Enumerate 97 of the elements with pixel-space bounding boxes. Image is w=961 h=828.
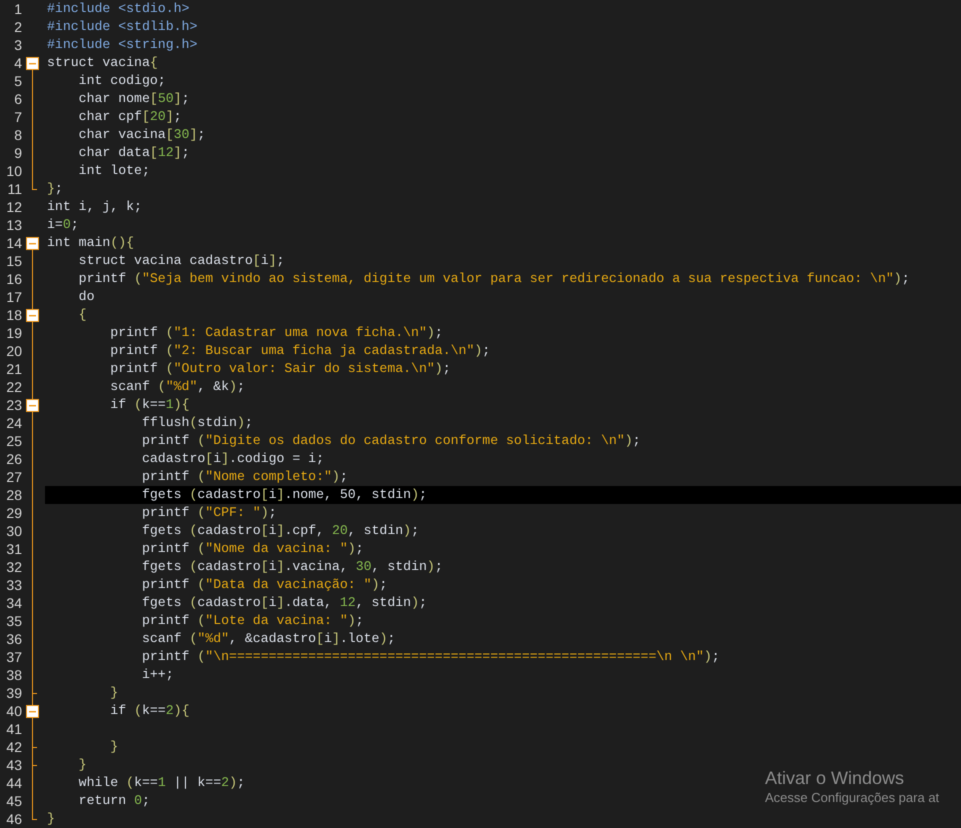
code-line: int codigo; [78, 72, 166, 90]
line-number: 8 [13, 126, 22, 144]
collapse-icon[interactable] [26, 309, 39, 322]
code-line: } [46, 810, 55, 828]
line-number: 43 [5, 756, 22, 774]
line-number: 20 [5, 342, 22, 360]
line-number: 45 [5, 792, 22, 810]
line-number: 32 [5, 558, 22, 576]
code-line: } [78, 756, 87, 774]
line-number: 37 [5, 648, 22, 666]
code-line: #include <string.h> [46, 36, 198, 54]
collapse-icon[interactable] [26, 237, 39, 250]
code-line: printf ("Digite os dados do cadastro conforme solicitado: \n"); [140, 432, 641, 450]
line-number: 27 [5, 468, 22, 486]
code-line: printf ("Lote da vacina: "); [140, 612, 364, 630]
line-number: 11 [6, 180, 22, 198]
line-number: 6 [13, 90, 22, 108]
code-line: printf ("Outro valor: Sair do sistema.\n"); [109, 360, 451, 378]
code-line: printf ("Nome completo:"); [140, 468, 348, 486]
line-number: 1 [13, 0, 22, 18]
line-number: 40 [5, 702, 22, 720]
code-line: scanf ("%d", &k); [109, 378, 245, 396]
line-number: 31 [5, 540, 22, 558]
line-number: 17 [5, 288, 22, 306]
line-number: 44 [5, 774, 22, 792]
code-line: printf ("\n======================================================\n \n"); [140, 648, 720, 666]
code-line: i=0; [46, 216, 79, 234]
code-line: scanf ("%d", &cadastro[i].lote); [140, 630, 396, 648]
code-line: do [78, 288, 94, 306]
line-number: 22 [5, 378, 22, 396]
line-number: 33 [5, 576, 22, 594]
code-line: printf ("Nome da vacina: "); [140, 540, 364, 558]
line-number: 18 [5, 306, 22, 324]
collapse-icon[interactable] [26, 57, 39, 70]
code-line: printf ("CPF: "); [140, 504, 277, 522]
line-number: 5 [13, 72, 22, 90]
code-line: char data[12]; [78, 144, 190, 162]
line-number: 34 [5, 594, 22, 612]
code-line: struct vacina{ [46, 54, 158, 72]
line-number: 41 [5, 720, 22, 738]
code-line: return 0; [78, 792, 150, 810]
line-number: 16 [5, 270, 22, 288]
line-number: 24 [5, 414, 22, 432]
collapse-icon[interactable] [26, 705, 39, 718]
code-line: int i, j, k; [46, 198, 142, 216]
code-line: char vacina[30]; [78, 126, 206, 144]
code-line: if (k==2){ [109, 702, 190, 720]
code-line: i++; [140, 666, 174, 684]
line-number: 19 [5, 324, 22, 342]
line-number: 36 [5, 630, 22, 648]
line-number: 26 [5, 450, 22, 468]
code-line: cadastro[i].codigo = i; [140, 450, 324, 468]
line-number: 21 [5, 360, 22, 378]
line-number: 35 [5, 612, 22, 630]
code-line: fgets (cadastro[i].data, 12, stdin); [140, 594, 427, 612]
code-line: struct vacina cadastro[i]; [78, 252, 284, 270]
code-line: #include <stdio.h> [46, 0, 190, 18]
code-line: fflush(stdin); [140, 414, 253, 432]
line-number: 2 [13, 18, 22, 36]
code-line: printf ("Data da vacinação: "); [140, 576, 388, 594]
line-number: 29 [5, 504, 22, 522]
code-line: char nome[50]; [78, 90, 190, 108]
line-number: 13 [5, 216, 22, 234]
line-number: 23 [5, 396, 22, 414]
line-number: 46 [5, 810, 22, 828]
line-number: 28 [5, 486, 22, 504]
code-line: int lote; [78, 162, 150, 180]
code-line: printf ("2: Buscar uma ficha ja cadastrada.\n"); [109, 342, 490, 360]
line-number: 14 [5, 234, 22, 252]
code-line: if (k==1){ [109, 396, 190, 414]
line-number: 39 [5, 684, 22, 702]
code-line: } [109, 684, 118, 702]
code-line: char cpf[20]; [78, 108, 182, 126]
code-line: while (k==1 || k==2); [78, 774, 245, 792]
line-number: 15 [5, 252, 22, 270]
line-number: 12 [5, 198, 22, 216]
line-number: 38 [5, 666, 22, 684]
code-line: { [78, 306, 87, 324]
collapse-icon[interactable] [26, 399, 39, 412]
line-number: 25 [5, 432, 22, 450]
line-number: 9 [13, 144, 22, 162]
line-number: 4 [13, 54, 22, 72]
code-line: fgets (cadastro[i].cpf, 20, stdin); [140, 522, 420, 540]
line-number: 3 [13, 36, 22, 54]
line-number: 42 [5, 738, 22, 756]
activation-text: Acesse Configurações para at [765, 789, 940, 807]
line-number: 10 [5, 162, 22, 180]
line-number: 30 [5, 522, 22, 540]
code-line: fgets (cadastro[i].vacina, 30, stdin); [140, 558, 443, 576]
code-line: #include <stdlib.h> [46, 18, 198, 36]
code-line: printf ("Seja bem vindo ao sistema, digite um valor para ser redirecionado a sua respectiva funcao: \n"); [78, 270, 910, 288]
code-line: int main(){ [46, 234, 134, 252]
line-number: 7 [13, 108, 22, 126]
activation-title: Ativar o Windows [765, 767, 906, 789]
code-line: }; [46, 180, 63, 198]
code-line: printf ("1: Cadastrar uma nova ficha.\n"); [109, 324, 443, 342]
code-line: } [109, 738, 118, 756]
